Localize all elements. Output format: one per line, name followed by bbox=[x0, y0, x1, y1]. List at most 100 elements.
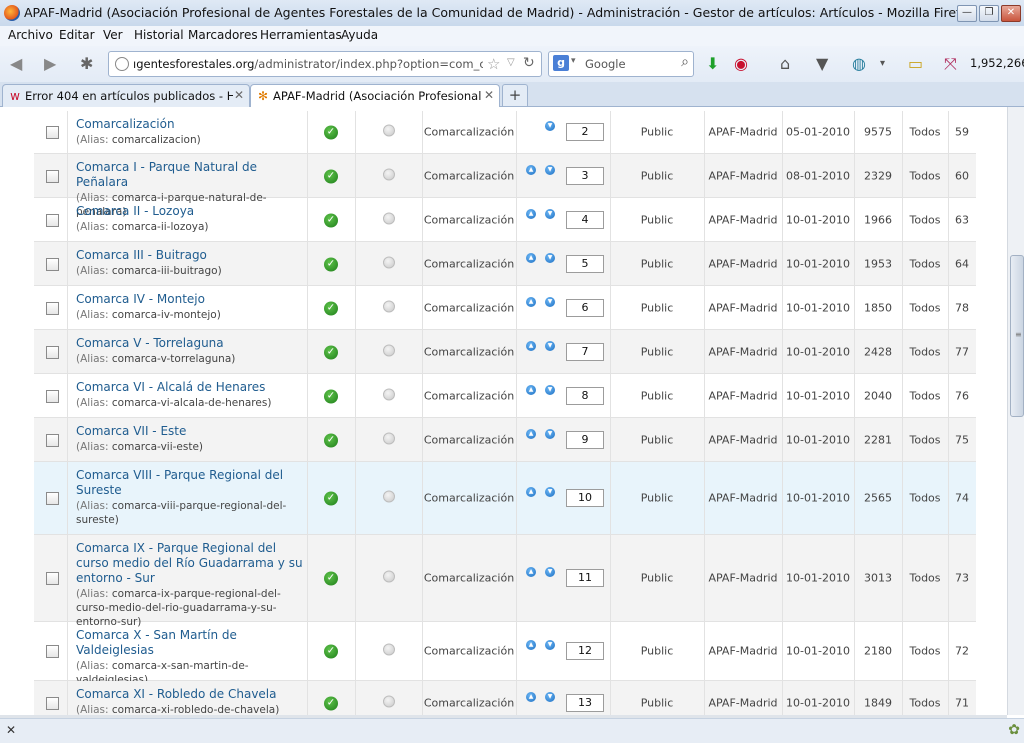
addon-puzzle-icon[interactable]: ✿ bbox=[1008, 722, 1020, 738]
google-engine-icon[interactable]: g bbox=[553, 55, 569, 71]
order-down-icon[interactable]: ▼ bbox=[545, 164, 555, 175]
row-checkbox[interactable] bbox=[46, 433, 59, 447]
order-down-icon[interactable]: ▼ bbox=[545, 428, 555, 439]
stats-icon[interactable]: ⤧ bbox=[944, 54, 957, 74]
row-checkbox[interactable] bbox=[46, 301, 59, 315]
tab-apaf-madrid[interactable]: ✻ APAF-Madrid (Asociación Profesional de… bbox=[250, 84, 500, 108]
row-checkbox[interactable] bbox=[46, 696, 59, 710]
close-tab-icon[interactable]: ✕ bbox=[484, 88, 494, 102]
featured-toggle-icon[interactable] bbox=[382, 212, 395, 224]
row-checkbox[interactable] bbox=[46, 572, 59, 585]
home-icon[interactable]: ⌂ bbox=[780, 54, 790, 73]
row-checkbox[interactable] bbox=[46, 492, 59, 505]
scrollbar-thumb[interactable]: ≡ bbox=[1010, 255, 1024, 417]
published-check-icon[interactable]: ✓ bbox=[324, 257, 338, 271]
search-icon[interactable]: ⌕ bbox=[681, 54, 689, 70]
featured-toggle-icon[interactable] bbox=[382, 570, 395, 583]
published-check-icon[interactable]: ✓ bbox=[324, 696, 338, 710]
menu-ayuda[interactable]: Ayuda bbox=[341, 28, 378, 42]
order-up-icon[interactable]: ▲ bbox=[526, 691, 536, 702]
order-down-icon[interactable]: ▼ bbox=[545, 691, 555, 702]
published-check-icon[interactable]: ✓ bbox=[324, 125, 338, 140]
article-title-link[interactable]: Comarca IV - Montejo bbox=[76, 292, 304, 307]
search-box[interactable]: g ▾ Google ⌕ bbox=[548, 51, 694, 77]
row-checkbox[interactable] bbox=[46, 126, 59, 139]
order-up-icon[interactable]: ▲ bbox=[526, 428, 536, 439]
globe-addon-icon[interactable]: ◍ bbox=[852, 54, 866, 73]
close-tab-icon[interactable]: ✕ bbox=[234, 88, 244, 102]
search-input[interactable]: Google bbox=[585, 57, 626, 71]
minimize-button[interactable]: — bbox=[957, 5, 977, 22]
url-text[interactable]: ıgentesforestales.org/administrator/inde… bbox=[133, 57, 483, 71]
order-input[interactable]: 6 bbox=[566, 298, 604, 317]
site-identity-icon[interactable] bbox=[115, 57, 129, 71]
order-down-icon[interactable]: ▼ bbox=[545, 340, 555, 351]
row-checkbox[interactable] bbox=[46, 645, 59, 658]
order-up-icon[interactable]: ▲ bbox=[526, 567, 536, 577]
order-down-icon[interactable]: ▼ bbox=[545, 121, 555, 131]
article-title-link[interactable]: Comarca IX - Parque Regional del curso m… bbox=[76, 541, 304, 586]
featured-toggle-icon[interactable] bbox=[382, 168, 395, 180]
menu-marcadores[interactable]: Marcadores bbox=[188, 28, 258, 42]
featured-toggle-icon[interactable] bbox=[382, 388, 395, 400]
order-up-icon[interactable]: ▲ bbox=[526, 208, 536, 219]
published-check-icon[interactable]: ✓ bbox=[324, 169, 338, 183]
order-input[interactable]: 5 bbox=[566, 254, 604, 273]
order-up-icon[interactable]: ▲ bbox=[526, 340, 536, 351]
menu-herramientas[interactable]: Herramientas bbox=[260, 28, 342, 42]
order-down-icon[interactable]: ▼ bbox=[545, 640, 555, 650]
url-history-dropdown-icon[interactable]: ▽ bbox=[507, 57, 515, 68]
bookmark-star-icon[interactable]: ☆ bbox=[487, 55, 500, 73]
reload-icon[interactable]: ↻ bbox=[523, 55, 535, 71]
featured-toggle-icon[interactable] bbox=[382, 490, 395, 503]
published-check-icon[interactable]: ✓ bbox=[324, 389, 338, 403]
url-bar[interactable]: ıgentesforestales.org/administrator/inde… bbox=[108, 51, 542, 77]
article-title-link[interactable]: Comarca VII - Este bbox=[76, 424, 304, 439]
article-title-link[interactable]: Comarca VI - Alcalá de Henares bbox=[76, 380, 304, 395]
order-up-icon[interactable]: ▲ bbox=[526, 384, 536, 395]
article-title-link[interactable]: Comarca V - Torrelaguna bbox=[76, 336, 304, 351]
menu-ver[interactable]: Ver bbox=[103, 28, 123, 42]
row-checkbox[interactable] bbox=[46, 169, 59, 183]
article-title-link[interactable]: Comarca VIII - Parque Regional del Sures… bbox=[76, 468, 304, 498]
article-title-link[interactable]: Comarca XI - Robledo de Chavela bbox=[76, 687, 304, 702]
downloads-icon[interactable]: ▼ bbox=[816, 54, 828, 73]
order-input[interactable]: 12 bbox=[566, 642, 604, 660]
row-checkbox[interactable] bbox=[46, 257, 59, 271]
back-arrow-icon[interactable]: ◀ bbox=[10, 54, 22, 73]
order-input[interactable]: 2 bbox=[566, 123, 604, 141]
order-down-icon[interactable]: ▼ bbox=[545, 384, 555, 395]
featured-toggle-icon[interactable] bbox=[382, 256, 395, 268]
row-checkbox[interactable] bbox=[46, 345, 59, 359]
order-input[interactable]: 10 bbox=[566, 489, 604, 507]
order-down-icon[interactable]: ▼ bbox=[545, 252, 555, 263]
ruler-icon[interactable]: ▭ bbox=[908, 54, 923, 73]
order-up-icon[interactable]: ▲ bbox=[526, 164, 536, 175]
download-addon-icon[interactable]: ⬇ bbox=[706, 54, 719, 73]
vertical-scrollbar[interactable]: ≡ bbox=[1007, 107, 1024, 715]
order-down-icon[interactable]: ▼ bbox=[545, 296, 555, 307]
forward-arrow-icon[interactable]: ▶ bbox=[44, 54, 56, 73]
row-checkbox[interactable] bbox=[46, 389, 59, 403]
order-up-icon[interactable]: ▲ bbox=[526, 252, 536, 263]
published-check-icon[interactable]: ✓ bbox=[324, 433, 338, 447]
order-down-icon[interactable]: ▼ bbox=[545, 208, 555, 219]
new-tab-button[interactable]: + bbox=[502, 84, 528, 106]
engine-dropdown-icon[interactable]: ▾ bbox=[571, 56, 576, 66]
published-check-icon[interactable]: ✓ bbox=[324, 644, 338, 659]
menu-editar[interactable]: Editar bbox=[59, 28, 95, 42]
article-title-link[interactable]: Comarca X - San Martín de Valdeiglesias bbox=[76, 628, 304, 658]
article-title-link[interactable]: Comarca II - Lozoya bbox=[76, 204, 304, 219]
article-title-link[interactable]: Comarca III - Buitrago bbox=[76, 248, 304, 263]
order-input[interactable]: 4 bbox=[566, 210, 604, 229]
close-addon-bar-icon[interactable]: ✕ bbox=[6, 723, 16, 737]
order-input[interactable]: 8 bbox=[566, 386, 604, 405]
order-up-icon[interactable]: ▲ bbox=[526, 296, 536, 307]
record-icon[interactable]: ◉ bbox=[734, 54, 748, 73]
featured-toggle-icon[interactable] bbox=[382, 643, 395, 656]
article-title-link[interactable]: Comarcalización bbox=[76, 117, 304, 132]
order-input[interactable]: 7 bbox=[566, 342, 604, 361]
order-down-icon[interactable]: ▼ bbox=[545, 567, 555, 577]
order-input[interactable]: 3 bbox=[566, 166, 604, 185]
order-input[interactable]: 13 bbox=[566, 693, 604, 712]
